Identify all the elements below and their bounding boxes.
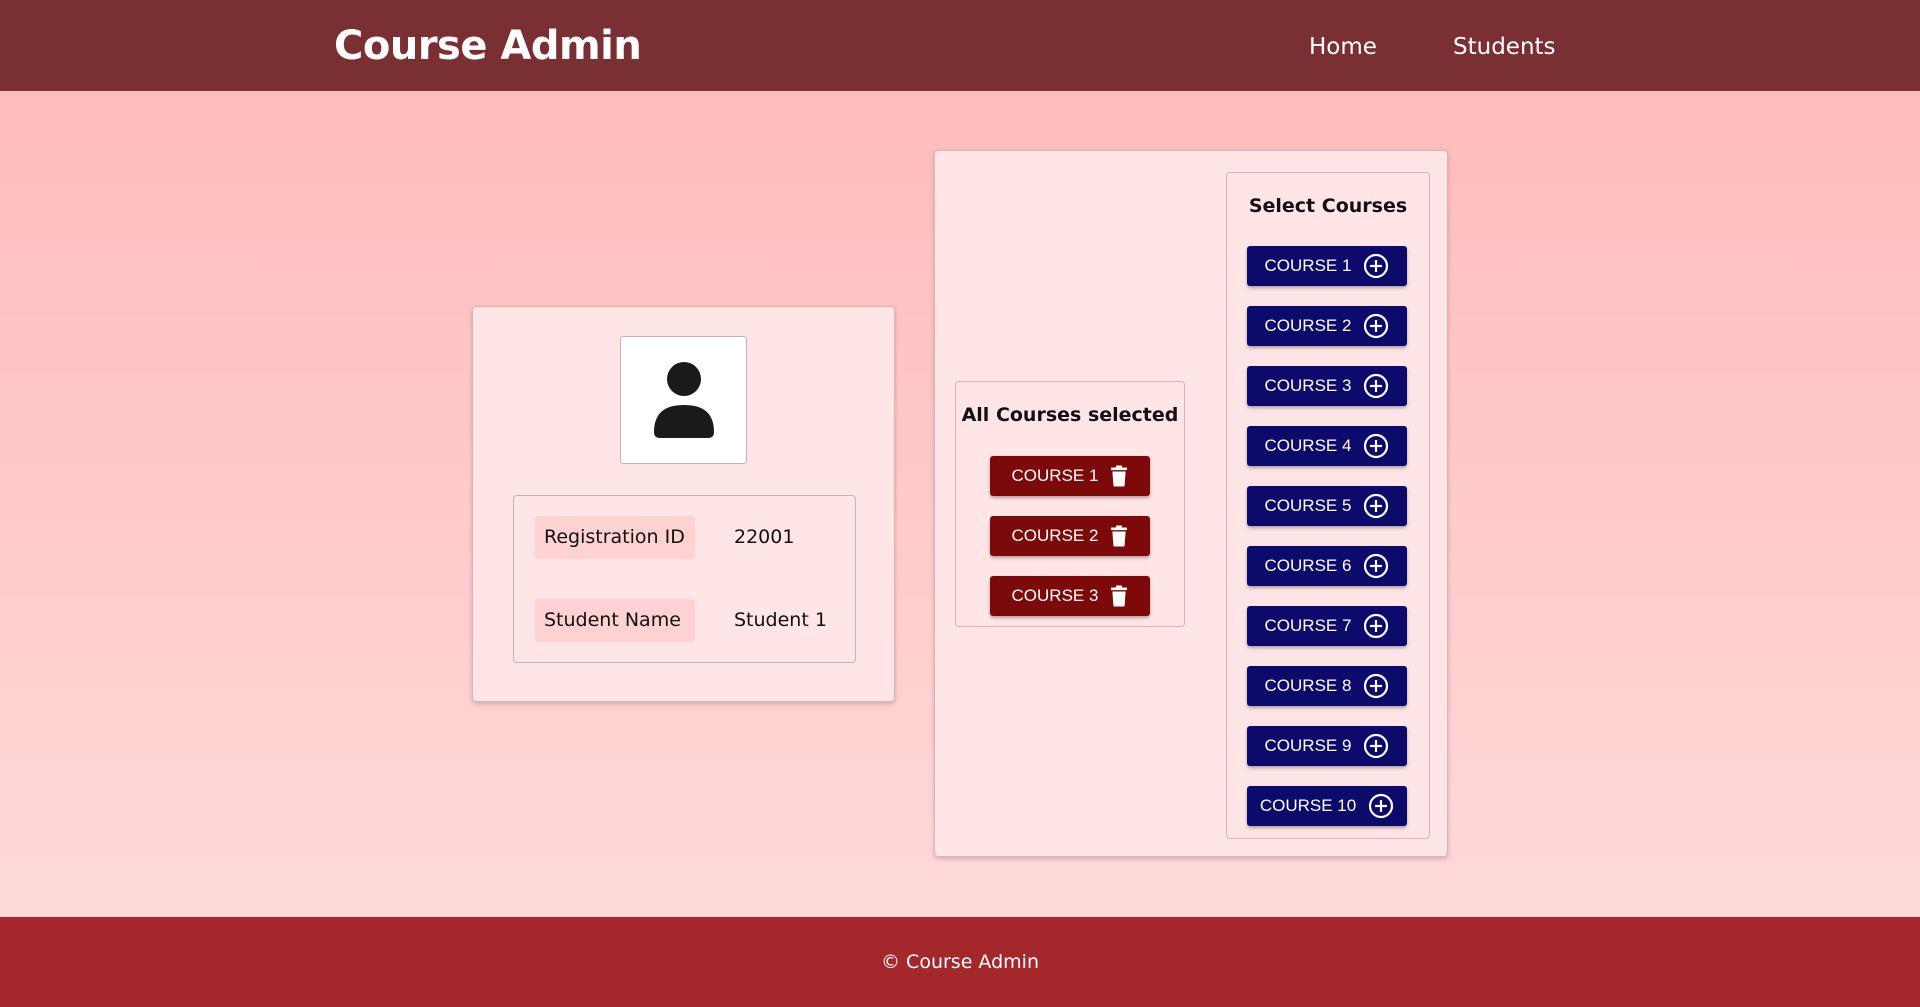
- add-course-button[interactable]: COURSE 9: [1247, 726, 1407, 766]
- select-courses-panel: Select Courses COURSE 1 COURSE 2 COURSE 3 C…: [1226, 172, 1430, 839]
- selected-courses-panel: All Courses selected COURSE 1 COURSE 2 COU…: [955, 381, 1185, 627]
- trash-icon: [1111, 525, 1128, 547]
- course-label: COURSE 1: [1011, 466, 1099, 485]
- plus-circle-icon: [1364, 553, 1389, 579]
- plus-circle-icon: [1364, 313, 1389, 339]
- student-info-box: Registration ID 22001 Student Name Stude…: [513, 495, 856, 663]
- brand-title[interactable]: Course Admin: [334, 23, 642, 69]
- nav-link-home[interactable]: Home: [1309, 34, 1377, 60]
- plus-circle-icon: [1364, 253, 1389, 279]
- course-label: COURSE 7: [1264, 616, 1352, 635]
- course-label: COURSE 5: [1264, 496, 1352, 515]
- nav-link-students[interactable]: Students: [1453, 34, 1556, 60]
- courses-card: All Courses selected COURSE 1 COURSE 2 COU…: [934, 150, 1448, 857]
- add-course-button[interactable]: COURSE 2: [1247, 306, 1407, 346]
- course-label: COURSE 3: [1264, 376, 1352, 395]
- footer: © Course Admin: [0, 917, 1920, 1007]
- selected-courses-title: All Courses selected: [961, 404, 1179, 426]
- add-course-button[interactable]: COURSE 3: [1247, 366, 1407, 406]
- plus-circle-icon: [1364, 733, 1389, 759]
- course-label: COURSE 8: [1264, 676, 1352, 695]
- remove-course-button[interactable]: COURSE 1: [990, 456, 1150, 496]
- course-label: COURSE 9: [1264, 736, 1352, 755]
- course-label: COURSE 2: [1264, 316, 1352, 335]
- plus-circle-icon: [1364, 493, 1389, 519]
- plus-circle-icon: [1364, 373, 1389, 399]
- course-label: COURSE 3: [1011, 586, 1099, 605]
- avatar: [620, 336, 747, 464]
- plus-circle-icon: [1364, 673, 1389, 699]
- registration-id-label: Registration ID: [535, 516, 695, 559]
- add-course-button[interactable]: COURSE 4: [1247, 426, 1407, 466]
- course-label: COURSE 4: [1264, 436, 1352, 455]
- add-course-button[interactable]: COURSE 10: [1247, 786, 1407, 826]
- trash-icon: [1111, 465, 1128, 487]
- student-profile-card: Registration ID 22001 Student Name Stude…: [472, 306, 895, 702]
- course-label: COURSE 10: [1259, 796, 1357, 815]
- trash-icon: [1111, 585, 1128, 607]
- plus-circle-icon: [1364, 613, 1389, 639]
- add-course-button[interactable]: COURSE 8: [1247, 666, 1407, 706]
- remove-course-button[interactable]: COURSE 2: [990, 516, 1150, 556]
- navbar: Course Admin Home Students: [0, 0, 1920, 91]
- registration-id-value: 22001: [734, 526, 795, 548]
- course-label: COURSE 2: [1011, 526, 1099, 545]
- add-course-button[interactable]: COURSE 6: [1247, 546, 1407, 586]
- plus-circle-icon: [1369, 793, 1394, 819]
- add-course-button[interactable]: COURSE 7: [1247, 606, 1407, 646]
- course-label: COURSE 6: [1264, 556, 1352, 575]
- footer-copyright: © Course Admin: [881, 951, 1039, 973]
- plus-circle-icon: [1364, 433, 1389, 459]
- remove-course-button[interactable]: COURSE 3: [990, 576, 1150, 616]
- select-courses-title: Select Courses: [1248, 195, 1408, 217]
- student-name-value: Student 1: [734, 609, 827, 631]
- add-course-button[interactable]: COURSE 5: [1247, 486, 1407, 526]
- add-course-button[interactable]: COURSE 1: [1247, 246, 1407, 286]
- student-name-label: Student Name: [535, 599, 695, 642]
- person-icon: [653, 362, 714, 438]
- course-label: COURSE 1: [1264, 256, 1352, 275]
